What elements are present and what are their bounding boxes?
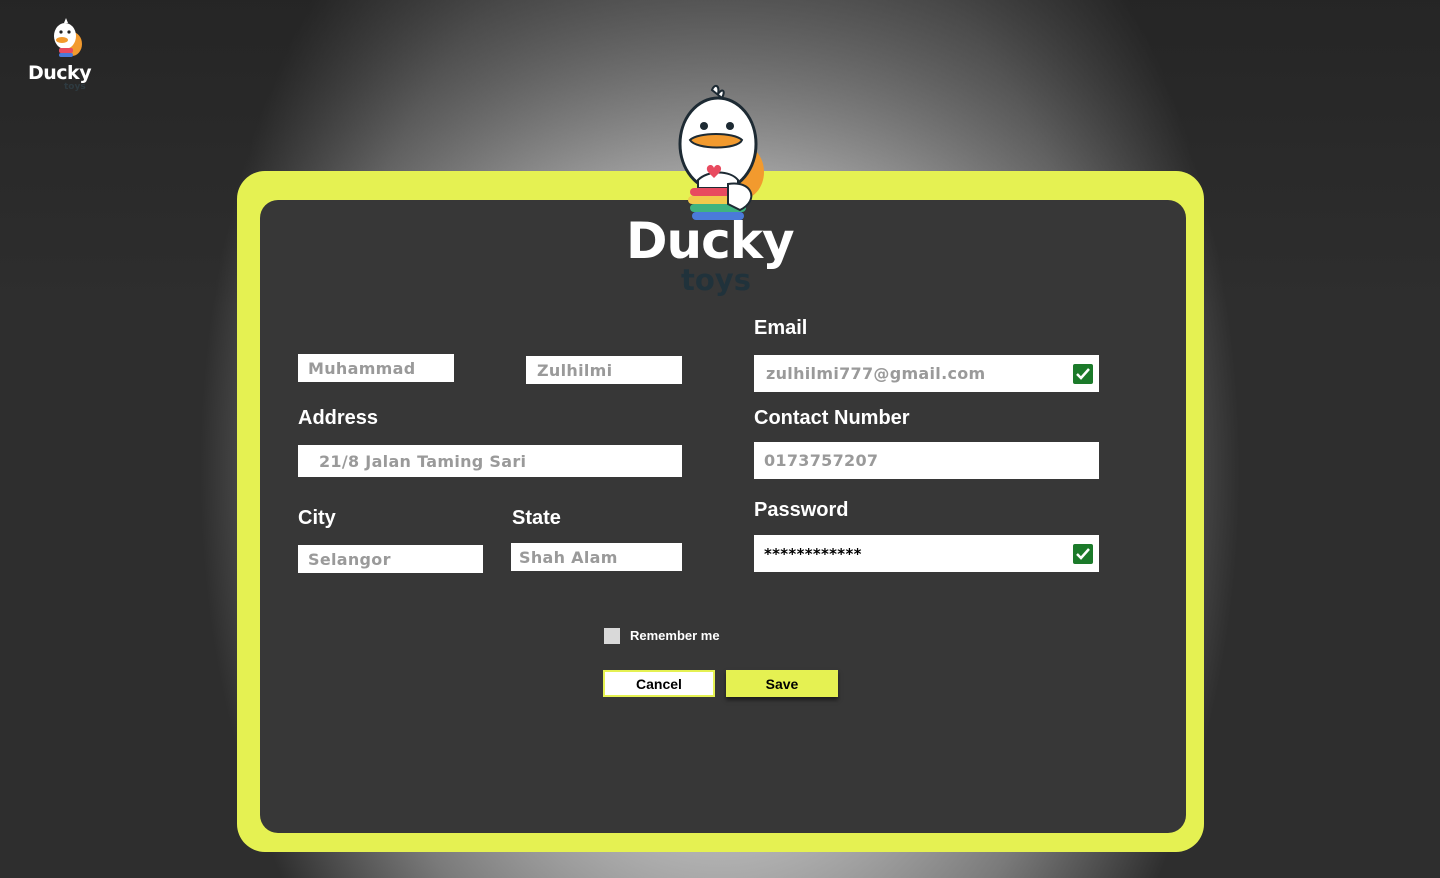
city-label: City: [298, 507, 336, 529]
city-field[interactable]: [298, 545, 483, 573]
corner-logo[interactable]: Ducky toys: [26, 18, 106, 92]
check-icon: [1076, 368, 1090, 380]
remember-me-checkbox[interactable]: [604, 628, 620, 644]
remember-me-label[interactable]: Remember me: [630, 628, 720, 643]
email-input[interactable]: [766, 355, 1099, 392]
address-input[interactable]: [319, 445, 682, 477]
last-name-input[interactable]: [537, 356, 682, 384]
first-name-input[interactable]: [308, 354, 454, 382]
state-label: State: [512, 507, 561, 529]
check-icon: [1076, 548, 1090, 560]
password-check-icon[interactable]: [1073, 544, 1093, 564]
brand-wordmark: Ducky: [626, 212, 795, 270]
address-field[interactable]: [298, 445, 682, 477]
address-label: Address: [298, 407, 379, 429]
state-input[interactable]: [519, 543, 682, 571]
duck-mascot-icon: [54, 18, 82, 57]
last-name-field[interactable]: [526, 356, 682, 384]
save-button[interactable]: Save: [726, 670, 838, 697]
city-input[interactable]: [308, 545, 483, 573]
brand-subtitle: toys: [681, 263, 751, 297]
email-label: Email: [754, 317, 808, 339]
email-check-icon[interactable]: [1073, 364, 1093, 384]
corner-logo-sub: toys: [64, 82, 86, 92]
state-field[interactable]: [511, 543, 682, 571]
first-name-field[interactable]: [298, 354, 454, 382]
email-field[interactable]: [754, 355, 1099, 392]
password-field[interactable]: [754, 535, 1099, 572]
cancel-button[interactable]: Cancel: [603, 670, 715, 697]
contact-input[interactable]: [764, 442, 1099, 479]
password-label: Password: [754, 499, 849, 521]
contact-label: Contact Number: [754, 407, 910, 429]
duck-mascot-icon: [678, 84, 764, 220]
corner-logo-wordmark: Ducky: [28, 62, 92, 84]
password-input[interactable]: [764, 535, 1099, 572]
contact-field[interactable]: [754, 442, 1099, 479]
